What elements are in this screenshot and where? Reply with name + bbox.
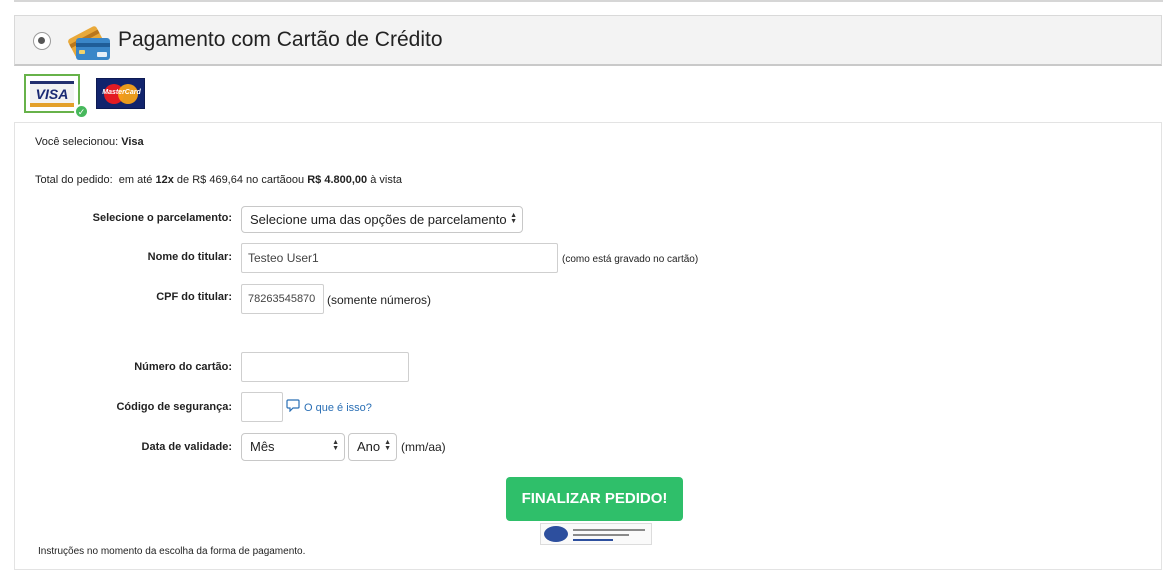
installments-select-value: Selecione uma das opções de parcelamento xyxy=(250,212,507,227)
expiry-hint: (mm/aa) xyxy=(401,440,446,454)
mercadopago-logo-icon xyxy=(544,526,568,542)
visa-logo-text: VISA xyxy=(35,86,69,102)
payment-option-radio[interactable] xyxy=(33,32,51,50)
expiry-year-select[interactable]: Ano ▲ ▼ xyxy=(348,433,397,461)
select-arrows-icon: ▲ ▼ xyxy=(510,212,517,225)
payment-option-header[interactable]: Pagamento com Cartão de Crédito xyxy=(14,15,1162,66)
badge-text-line xyxy=(573,539,613,541)
credit-cards-icon xyxy=(64,16,114,71)
security-code-label: Código de segurança: xyxy=(116,401,232,413)
holder-hint: (como está gravado no cartão) xyxy=(562,254,699,265)
selected-check-icon: ✓ xyxy=(74,104,89,119)
brand-visa-option[interactable]: VISA ✓ xyxy=(24,74,89,119)
cpf-hint: (somente números) xyxy=(327,293,432,307)
holder-label: Nome do titular: xyxy=(147,251,232,263)
brand-mastercard-option[interactable]: MasterCard xyxy=(96,78,145,109)
order-total-line: Total do pedido: em até 12x de R$ 469,64… xyxy=(35,174,402,186)
card-number-input[interactable] xyxy=(241,352,409,382)
cash-total: R$ 4.800,00 xyxy=(307,174,368,186)
finalize-order-button[interactable]: FINALIZAR PEDIDO! xyxy=(506,477,683,521)
what-is-this-link[interactable]: O que é isso? xyxy=(304,402,372,414)
selected-prefix: Você selecionou: xyxy=(35,136,119,148)
total-suffix: à vista xyxy=(370,174,402,186)
top-divider xyxy=(14,0,1163,2)
holder-name-input[interactable]: Testeo User1 xyxy=(241,243,558,273)
selected-brand: Visa xyxy=(121,136,144,148)
security-code-input[interactable] xyxy=(241,392,283,422)
select-arrows-icon: ▲ ▼ xyxy=(332,439,339,452)
total-label: Total do pedido: xyxy=(35,174,113,186)
expiry-label: Data de validade: xyxy=(141,441,232,453)
payment-instructions-note: Instruções no momento da escolha da form… xyxy=(38,546,306,557)
mercadopago-badge xyxy=(540,523,652,545)
visa-logo: VISA xyxy=(30,81,74,107)
cpf-label: CPF do titular: xyxy=(156,291,232,303)
speech-bubble-icon[interactable] xyxy=(286,399,300,415)
expiry-month-value: Mês xyxy=(250,439,275,454)
credit-card-form: Você selecionou: Visa Total do pedido: e… xyxy=(14,122,1162,570)
badge-text-line xyxy=(573,534,629,536)
card-number-label: Número do cartão: xyxy=(134,361,232,373)
expiry-year-value: Ano xyxy=(357,439,381,454)
installments-select[interactable]: Selecione uma das opções de parcelamento… xyxy=(241,206,523,233)
installments-count: 12x xyxy=(155,174,174,186)
total-mid2: de R$ 469,64 no cartãoou xyxy=(176,174,305,186)
expiry-month-select[interactable]: Mês ▲ ▼ xyxy=(241,433,345,461)
selected-brand-line: Você selecionou: Visa xyxy=(35,136,144,148)
cpf-input[interactable]: 78263545870 xyxy=(241,284,324,314)
mastercard-logo-text: MasterCard xyxy=(102,89,141,96)
select-arrows-icon: ▲ ▼ xyxy=(384,439,391,452)
total-mid1: em até xyxy=(118,174,153,186)
installments-label: Selecione o parcelamento: xyxy=(92,212,232,224)
badge-text-line xyxy=(573,529,645,531)
payment-option-title: Pagamento com Cartão de Crédito xyxy=(118,28,443,51)
